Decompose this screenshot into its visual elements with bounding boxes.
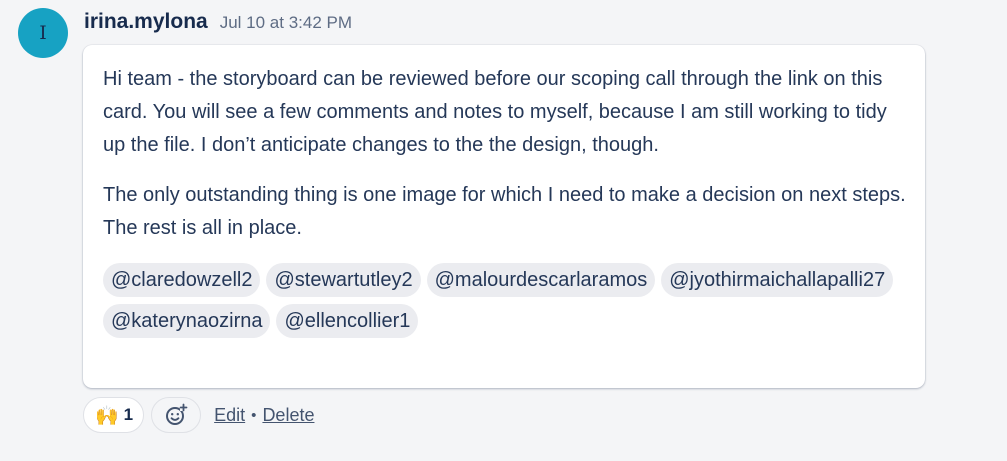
avatar-initial: I (39, 22, 47, 44)
add-emoji-icon (166, 403, 188, 425)
comment-timestamp[interactable]: Jul 10 at 3:42 PM (220, 13, 352, 33)
mention-chip[interactable]: @ellencollier1 (276, 304, 419, 338)
avatar[interactable]: I (18, 8, 68, 58)
edit-link[interactable]: Edit (214, 405, 245, 426)
comment-paragraph: The only outstanding thing is one image … (103, 184, 906, 239)
comment-actions: 🙌 1 Edit • Delete (83, 396, 314, 434)
author-name[interactable]: irina.mylona (84, 10, 208, 34)
mention-chip[interactable]: @jyothirmaichallapalli27 (661, 263, 894, 297)
reaction-button[interactable]: 🙌 1 (83, 397, 145, 433)
add-reaction-button[interactable] (151, 397, 202, 433)
mention-chip[interactable]: @katerynaozirna (103, 304, 271, 338)
action-separator: • (251, 406, 257, 424)
delete-link[interactable]: Delete (262, 405, 314, 426)
mention-chip[interactable]: @stewartutley2 (266, 263, 421, 297)
mentions-list: @claredowzell2 @stewartutley2 @malourdes… (103, 263, 911, 338)
comment-paragraph: Hi team - the storyboard can be reviewed… (103, 68, 887, 156)
raising-hands-icon: 🙌 (95, 404, 119, 427)
reaction-count: 1 (123, 405, 134, 424)
comment-body: Hi team - the storyboard can be reviewed… (83, 45, 925, 388)
mention-chip[interactable]: @claredowzell2 (103, 263, 261, 297)
mention-chip[interactable]: @malourdescarlaramos (426, 263, 656, 297)
comment: I irina.mylona Jul 10 at 3:42 PM Hi team… (0, 0, 1007, 461)
comment-header: irina.mylona Jul 10 at 3:42 PM (84, 10, 352, 34)
